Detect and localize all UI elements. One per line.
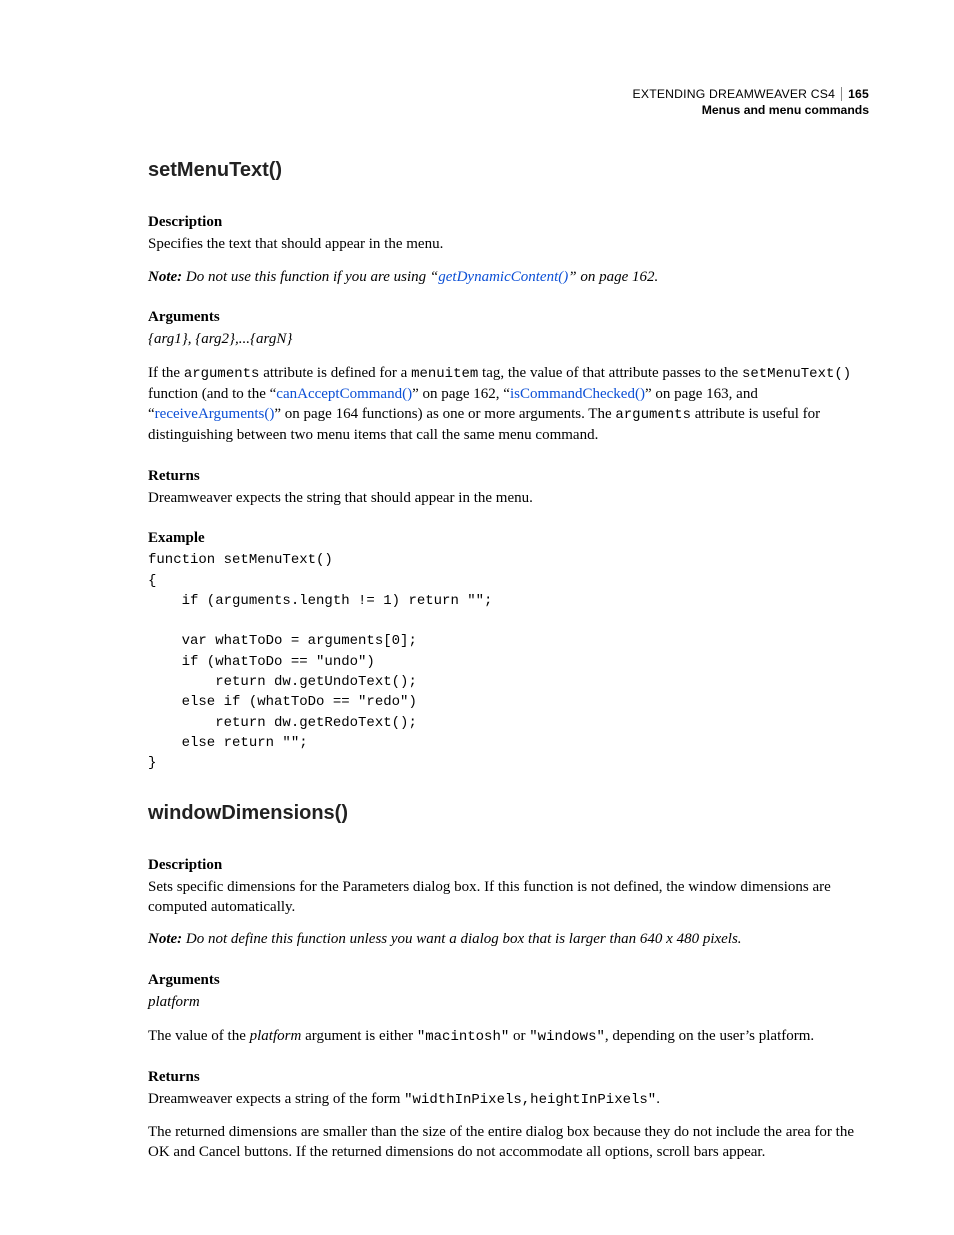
heading-windowdimensions: windowDimensions(): [148, 800, 869, 827]
doc-title: EXTENDING DREAMWEAVER CS4: [633, 87, 836, 101]
subhead-description: Description: [148, 212, 869, 232]
running-header-line1: EXTENDING DREAMWEAVER CS4 165: [633, 86, 869, 102]
returns-text: Dreamweaver expects the string that shou…: [148, 488, 869, 508]
returns-text-2b: The returned dimensions are smaller than…: [148, 1122, 869, 1163]
page: EXTENDING DREAMWEAVER CS4 165 Menus and m…: [0, 0, 954, 1235]
em-platform: platform: [250, 1028, 302, 1044]
arguments-signature: {arg1}, {arg2},...{argN}: [148, 329, 869, 349]
text: or: [509, 1028, 529, 1044]
text: ” on page 162, “: [412, 386, 510, 402]
subhead-returns: Returns: [148, 466, 869, 486]
text: ” on page 164 functions) as one or more …: [274, 406, 615, 422]
section-description: Description Specifies the text that shou…: [148, 212, 869, 287]
arguments-signature-2: platform: [148, 992, 869, 1012]
link-canacceptcommand[interactable]: canAcceptCommand(): [276, 386, 412, 402]
section-returns: Returns Dreamweaver expects the string t…: [148, 466, 869, 509]
text: .: [656, 1091, 660, 1107]
code-windows: "windows": [529, 1029, 605, 1045]
link-receivearguments[interactable]: receiveArguments(): [155, 406, 275, 422]
link-getdynamiccontent[interactable]: getDynamicContent(): [438, 269, 568, 285]
page-number: 165: [841, 87, 869, 101]
note-text-a: Do not use this function if you are usin…: [186, 269, 438, 285]
heading-setmenutext: setMenuText(): [148, 157, 869, 184]
description-text: Specifies the text that should appear in…: [148, 234, 869, 254]
code-setmenutext: setMenuText(): [742, 366, 851, 382]
subhead-arguments: Arguments: [148, 307, 869, 327]
code-arguments-2: arguments: [615, 407, 691, 423]
section-returns-2: Returns Dreamweaver expects a string of …: [148, 1067, 869, 1163]
text: Dreamweaver expects a string of the form: [148, 1091, 404, 1107]
arguments-paragraph: If the arguments attribute is defined fo…: [148, 363, 869, 445]
note-windowdimensions: Note: Do not define this function unless…: [148, 929, 869, 949]
text: tag, the value of that attribute passes …: [478, 365, 742, 381]
text: argument is either: [301, 1028, 417, 1044]
note-lead: Note:: [148, 269, 186, 285]
subhead-arguments-2: Arguments: [148, 970, 869, 990]
code-arguments: arguments: [184, 366, 260, 382]
description-text-2: Sets specific dimensions for the Paramet…: [148, 877, 869, 918]
code-dimensions-form: "widthInPixels,heightInPixels": [404, 1092, 656, 1108]
text: attribute is defined for a: [259, 365, 411, 381]
subhead-returns-2: Returns: [148, 1067, 869, 1087]
note-lead-2: Note:: [148, 931, 186, 947]
subhead-example: Example: [148, 528, 869, 548]
arguments-paragraph-2: The value of the platform argument is ei…: [148, 1026, 869, 1047]
note-text-2: Do not define this function unless you w…: [186, 931, 742, 947]
text: , depending on the user’s platform.: [605, 1028, 814, 1044]
running-header-section: Menus and menu commands: [633, 102, 869, 118]
page-content: setMenuText() Description Specifies the …: [148, 85, 869, 1163]
note-setmenutext: Note: Do not use this function if you ar…: [148, 267, 869, 287]
section-arguments-2: Arguments platform The value of the plat…: [148, 970, 869, 1047]
text: function (and to the “: [148, 386, 276, 402]
section-example: Example function setMenuText() { if (arg…: [148, 528, 869, 774]
running-header: EXTENDING DREAMWEAVER CS4 165 Menus and m…: [633, 86, 869, 119]
example-code: function setMenuText() { if (arguments.l…: [148, 550, 869, 773]
returns-text-2a: Dreamweaver expects a string of the form…: [148, 1089, 869, 1110]
subhead-description-2: Description: [148, 855, 869, 875]
note-text-b: ” on page 162.: [568, 269, 658, 285]
text: If the: [148, 365, 184, 381]
link-iscommandchecked[interactable]: isCommandChecked(): [510, 386, 645, 402]
section-description-2: Description Sets specific dimensions for…: [148, 855, 869, 950]
section-arguments: Arguments {arg1}, {arg2},...{argN} If th…: [148, 307, 869, 446]
code-menuitem: menuitem: [411, 366, 478, 382]
text: The value of the: [148, 1028, 250, 1044]
code-macintosh: "macintosh": [417, 1029, 509, 1045]
